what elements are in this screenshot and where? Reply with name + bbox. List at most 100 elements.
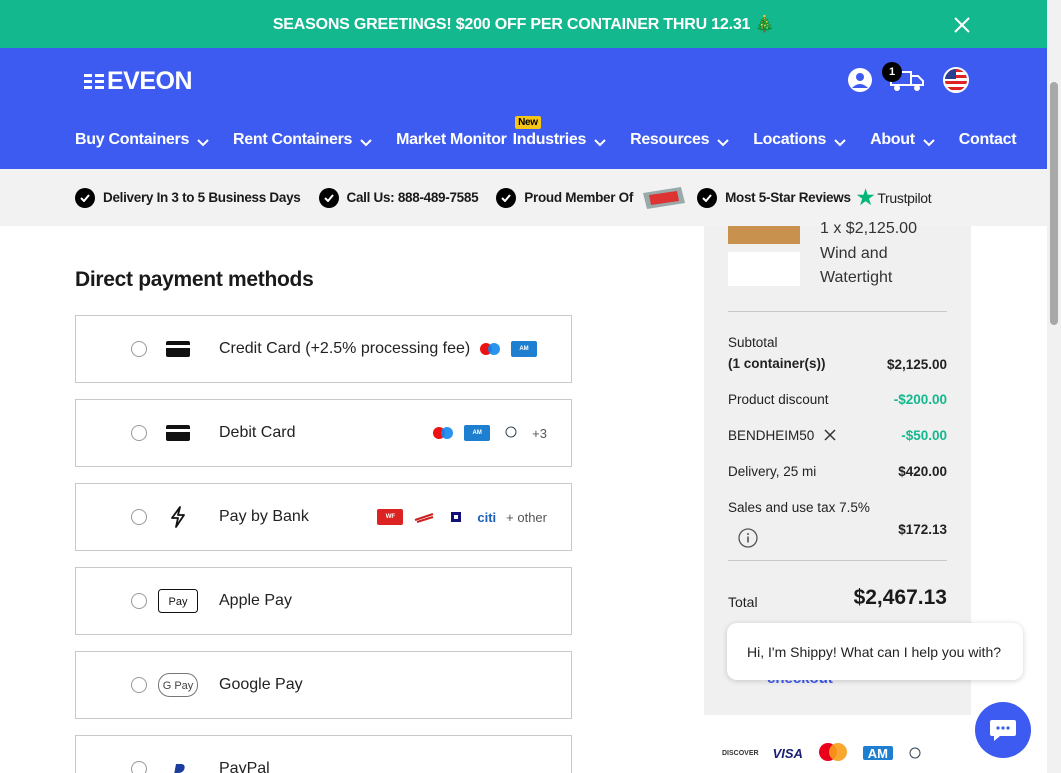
total-label: Total [728,594,758,610]
nav-industries[interactable]: Industries [513,131,606,149]
nav-label: Contact [958,131,1017,148]
product-image-placeholder [728,252,800,286]
close-icon[interactable] [953,16,971,34]
logo-text: EVEON [107,66,193,95]
scrollbar-thumb[interactable] [1050,82,1058,325]
nav-contact[interactable]: Contact [958,131,1017,149]
nav-label: About [870,131,915,148]
coupon-code: BENDHEIM50 [728,428,815,443]
nav-label: Buy Containers [75,131,190,148]
info-icon[interactable] [738,528,758,548]
radio-button[interactable] [131,593,147,609]
nav-label: Rent Containers [233,131,353,148]
credit-card-icon [158,335,198,363]
nav-buy-containers[interactable]: Buy Containers [75,131,209,149]
google-pay-icon: G Pay [158,671,198,699]
site-header: EVEON 1 Buy Containers Rent Containers M… [0,48,1047,169]
trust-reviews-text: Most 5-Star Reviews [725,190,851,205]
nav-locations[interactable]: Locations [753,131,846,149]
paypal-icon [158,758,198,773]
card-brand-logos: AM +3 [432,425,547,441]
maestro-icon [480,343,500,355]
discover-icon: DISCOVER [722,749,759,757]
chat-button[interactable] [975,702,1031,758]
subtotal-row: Subtotal (1 container(s)) $2,125.00 [728,335,947,372]
lightning-icon [158,503,198,531]
amex-icon: AM [511,341,537,357]
scrollbar[interactable] [1047,0,1061,773]
payment-option-credit-card[interactable]: Credit Card (+2.5% processing fee) AM [75,315,572,383]
trust-member: Proud Member Of [496,185,687,211]
promo-banner: SEASONS GREETINGS! $200 OFF PER CONTAINE… [0,0,1047,48]
coupon-row: BENDHEIM50 -$50.00 [728,428,947,443]
product-name: Wind and Watertight [820,245,893,286]
radio-button[interactable] [131,761,147,773]
bank-of-america-icon [415,513,434,523]
diners-club-icon [909,747,921,759]
check-icon [697,187,718,208]
payment-option-google-pay[interactable]: G Pay Google Pay [75,651,572,719]
nav-rent-containers[interactable]: Rent Containers [233,131,372,149]
trust-bar: Delivery In 3 to 5 Business Days Call Us… [0,169,1047,226]
product-quantity: 1 x $2,125.00 [820,220,917,237]
delivery-row: Delivery, 25 mi $420.00 [728,464,947,479]
product-image [728,226,800,244]
mastercard-icon [818,743,847,761]
payment-option-paypal[interactable]: PayPal [75,735,572,773]
radio-button[interactable] [131,341,147,357]
chevron-down-icon [360,139,372,147]
coupon-value: -$50.00 [901,428,947,443]
subtotal-value: $2,125.00 [886,357,947,372]
bank-logos: WF citi + other [377,509,547,525]
trustpilot-text: Trustpilot [877,189,932,206]
remove-coupon-icon[interactable] [824,429,836,441]
nav-market-monitor[interactable]: Market Monitor New [396,116,541,149]
discount-value: -$200.00 [893,392,947,407]
nbsa-container-logo-icon [643,186,686,209]
trust-call[interactable]: Call Us: 888-489-7585 [318,187,479,208]
payment-section-title: Direct payment methods [75,268,314,291]
discount-row: Product discount -$200.00 [728,392,947,407]
eveon-logo[interactable]: EVEON [84,66,193,95]
payment-option-label: Google Pay [219,676,303,693]
chat-message-bubble[interactable]: Hi, I'm Shippy! What can I help you with… [727,623,1023,680]
radio-button[interactable] [131,425,147,441]
cart-button[interactable]: 1 [882,62,925,94]
card-brand-logos: AM [479,341,537,357]
payment-option-label: Debit Card [219,424,296,441]
trust-call-text: Call Us: 888-489-7585 [346,190,479,205]
amex-icon: AM [862,746,893,761]
subtotal-label: Subtotal [728,335,778,350]
user-icon[interactable] [847,67,873,93]
chevron-down-icon [594,139,606,147]
chevron-down-icon [717,139,729,147]
check-icon [75,187,95,208]
nav-resources[interactable]: Resources [630,131,729,149]
tax-value: $172.13 [898,522,947,537]
trust-reviews[interactable]: Most 5-Star Reviews ★ Trustpilot [697,185,932,210]
us-flag-icon[interactable] [943,67,969,93]
delivery-label: Delivery, 25 mi [728,464,817,479]
radio-button[interactable] [131,677,147,693]
trust-delivery: Delivery In 3 to 5 Business Days [75,187,301,208]
nav-about[interactable]: About [870,131,935,149]
total-value: $2,467.13 [853,586,947,609]
logo-mark-icon [84,74,104,89]
trust-delivery-text: Delivery In 3 to 5 Business Days [103,190,301,205]
nav-label: Industries [512,131,587,148]
payment-option-apple-pay[interactable]: Pay Apple Pay [75,567,572,635]
diners-club-icon [505,426,517,438]
payment-option-debit-card[interactable]: Debit Card AM +3 [75,399,572,467]
more-count: +3 [532,425,547,441]
chevron-down-icon [197,139,209,147]
payment-option-pay-by-bank[interactable]: Pay by Bank WF citi + other [75,483,572,551]
check-icon [318,187,339,208]
check-icon [496,187,517,208]
page: SEASONS GREETINGS! $200 OFF PER CONTAINE… [0,0,1061,773]
trust-member-text: Proud Member Of [524,190,634,205]
radio-button[interactable] [131,509,147,525]
nav-label: Locations [753,131,827,148]
maestro-icon [433,427,454,439]
divider [728,311,947,312]
chevron-down-icon [923,139,935,147]
